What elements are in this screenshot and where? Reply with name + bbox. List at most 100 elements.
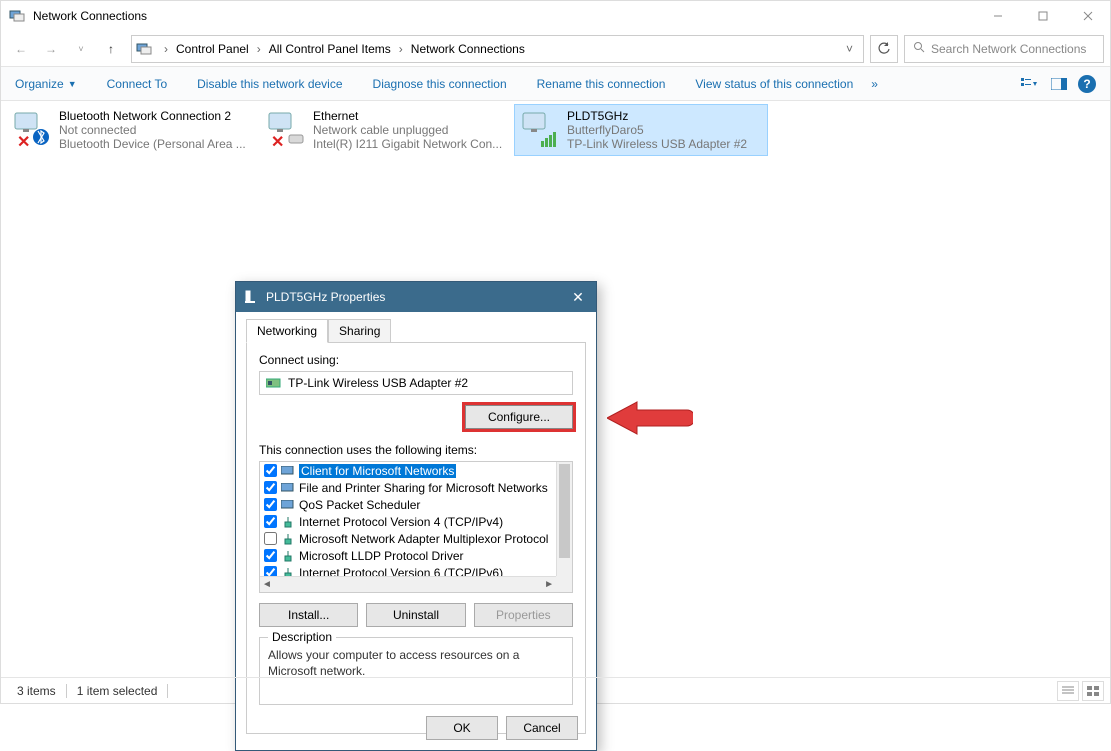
adapter-status: ButterflyDaro5 [567,123,763,137]
adapter-icon [244,290,258,304]
tab-sharing[interactable]: Sharing [328,319,391,343]
adapter-bluetooth[interactable]: ✕ Bluetooth Network Connection 2 Not con… [7,105,259,155]
connect-to-button[interactable]: Connect To [107,77,168,91]
service-icon [281,499,295,511]
configure-button[interactable]: Configure... [465,405,573,429]
connection-item[interactable]: Client for Microsoft Networks [260,462,572,479]
breadcrumb-all-items[interactable]: All Control Panel Items [267,42,393,56]
item-checkbox[interactable] [264,498,277,511]
app-icon [9,8,25,24]
adapter-wifi[interactable]: PLDT5GHz ButterflyDaro5 TP-Link Wireless… [515,105,767,155]
status-item-count: 3 items [7,684,67,698]
more-commands-button[interactable]: » [871,77,878,91]
description-text: Allows your computer to access resources… [268,648,564,679]
adapter-name: Bluetooth Network Connection 2 [59,109,255,123]
item-label: Client for Microsoft Networks [299,464,456,478]
details-view-button[interactable] [1057,681,1079,701]
help-button[interactable]: ? [1078,75,1096,93]
description-legend: Description [268,630,336,644]
protocol-icon [281,533,295,545]
diagnose-button[interactable]: Diagnose this connection [373,77,507,91]
view-options-button[interactable] [1018,73,1040,95]
svg-text:✕: ✕ [271,134,284,151]
breadcrumb-control-panel[interactable]: Control Panel [174,42,251,56]
refresh-button[interactable] [870,35,898,63]
navbar: ← → ˅ ↑ › Control Panel › All Control Pa… [1,31,1110,67]
forward-button[interactable]: → [37,35,65,63]
tab-panel: Connect using: TP-Link Wireless USB Adap… [246,342,586,734]
address-bar[interactable]: › Control Panel › All Control Panel Item… [131,35,864,63]
service-icon [281,482,295,494]
adapter-list: ✕ Bluetooth Network Connection 2 Not con… [7,105,1104,155]
adapter-status: Not connected [59,123,255,137]
cancel-button[interactable]: Cancel [506,716,578,740]
item-checkbox[interactable] [264,464,277,477]
disable-device-button[interactable]: Disable this network device [197,77,342,91]
vertical-scrollbar[interactable] [556,462,572,576]
svg-text:✕: ✕ [17,134,30,151]
adapter-device: Intel(R) I211 Gigabit Network Con... [313,137,509,151]
preview-pane-button[interactable] [1048,73,1070,95]
connection-item[interactable]: Microsoft Network Adapter Multiplexor Pr… [260,530,572,547]
properties-button[interactable]: Properties [474,603,573,627]
uninstall-button[interactable]: Uninstall [366,603,465,627]
item-label: File and Printer Sharing for Microsoft N… [299,481,548,495]
item-label: Microsoft Network Adapter Multiplexor Pr… [299,532,548,546]
tab-networking[interactable]: Networking [246,319,328,343]
adapter-status: Network cable unplugged [313,123,509,137]
connection-item[interactable]: File and Printer Sharing for Microsoft N… [260,479,572,496]
item-checkbox[interactable] [264,481,277,494]
content-area: ✕ Bluetooth Network Connection 2 Not con… [1,101,1110,677]
items-label: This connection uses the following items… [259,443,573,457]
protocol-icon [281,550,295,562]
connection-item[interactable]: Internet Protocol Version 4 (TCP/IPv4) [260,513,572,530]
adapter-ethernet-icon: ✕ [265,109,307,151]
dialog-close-button[interactable]: ✕ [568,287,588,307]
close-button[interactable] [1065,1,1110,31]
adapter-device: Bluetooth Device (Personal Area ... [59,137,255,151]
item-checkbox[interactable] [264,549,277,562]
items-listbox[interactable]: Client for Microsoft Networks File and Pr… [259,461,573,593]
search-input[interactable]: Search Network Connections [904,35,1104,63]
recent-dropdown[interactable]: ˅ [67,35,95,63]
titlebar: Network Connections [1,1,1110,31]
ok-button[interactable]: OK [426,716,498,740]
rename-button[interactable]: Rename this connection [537,77,666,91]
adapter-card-icon [266,377,282,389]
view-status-button[interactable]: View status of this connection [695,77,853,91]
statusbar: 3 items 1 item selected [1,677,1110,703]
toolbar: Organize▼ Connect To Disable this networ… [1,67,1110,101]
chevron-right-icon[interactable]: › [251,42,267,56]
status-selection-count: 1 item selected [67,684,169,698]
adapter-bluetooth-icon: ✕ [11,109,53,151]
horizontal-scrollbar[interactable]: ◄► [260,576,556,592]
connect-using-label: Connect using: [259,353,573,367]
item-checkbox[interactable] [264,532,277,545]
connection-item[interactable]: Microsoft LLDP Protocol Driver [260,547,572,564]
item-label: Internet Protocol Version 4 (TCP/IPv4) [299,515,503,529]
organize-menu[interactable]: Organize▼ [15,77,77,91]
breadcrumb-network-connections[interactable]: Network Connections [409,42,527,56]
maximize-button[interactable] [1020,1,1065,31]
item-label: QoS Packet Scheduler [299,498,420,512]
adapter-device: TP-Link Wireless USB Adapter #2 [567,137,763,151]
address-dropdown[interactable]: ˅ [840,42,859,56]
adapter-name: Ethernet [313,109,509,123]
large-icons-view-button[interactable] [1082,681,1104,701]
chevron-right-icon[interactable]: › [393,42,409,56]
connection-item[interactable]: QoS Packet Scheduler [260,496,572,513]
minimize-button[interactable] [975,1,1020,31]
location-icon [136,41,152,57]
window-title: Network Connections [33,9,975,23]
item-checkbox[interactable] [264,515,277,528]
install-button[interactable]: Install... [259,603,358,627]
adapter-wifi-icon [519,109,561,151]
search-icon [913,41,925,56]
adapter-ethernet[interactable]: ✕ Ethernet Network cable unplugged Intel… [261,105,513,155]
search-placeholder: Search Network Connections [931,42,1086,56]
dialog-titlebar[interactable]: PLDT5GHz Properties ✕ [236,282,596,312]
up-button[interactable]: ↑ [97,35,125,63]
back-button[interactable]: ← [7,35,35,63]
adapter-name: PLDT5GHz [567,109,763,123]
chevron-right-icon[interactable]: › [158,42,174,56]
